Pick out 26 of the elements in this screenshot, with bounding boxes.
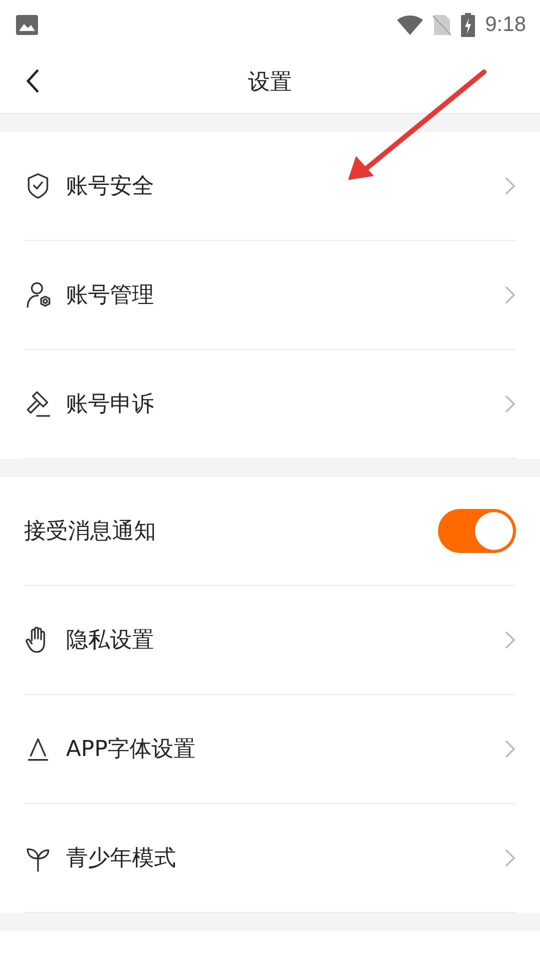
- hammer-icon: [24, 390, 52, 418]
- settings-row[interactable]: 隐私设置: [24, 586, 516, 695]
- settings-row[interactable]: APP字体设置: [24, 695, 516, 804]
- chevron-right-icon: [504, 848, 516, 868]
- battery-charging-icon: [461, 13, 476, 37]
- chevron-right-icon: [504, 285, 516, 305]
- setting-label: 账号安全: [66, 173, 155, 201]
- setting-label: 隐私设置: [66, 627, 155, 655]
- chevron-right-icon: [504, 176, 516, 196]
- wifi-icon: [397, 15, 424, 35]
- image-icon: [16, 15, 38, 35]
- no-sim-icon: [433, 14, 452, 36]
- setting-label: 账号管理: [66, 282, 155, 310]
- chevron-right-icon: [504, 739, 516, 759]
- page-title: 设置: [248, 68, 292, 96]
- back-icon: [25, 68, 41, 94]
- chevron-right-icon: [504, 630, 516, 650]
- setting-label: 青少年模式: [66, 845, 177, 873]
- setting-label: APP字体设置: [66, 736, 197, 764]
- settings-row[interactable]: 账号管理: [24, 241, 516, 350]
- toggle-switch[interactable]: [438, 509, 516, 553]
- setting-label: 账号申诉: [66, 391, 155, 419]
- user-gear-icon: [24, 281, 52, 309]
- setting-label: 接受消息通知: [24, 518, 157, 546]
- chevron-right-icon: [504, 394, 516, 414]
- status-time: 9:18: [485, 13, 526, 37]
